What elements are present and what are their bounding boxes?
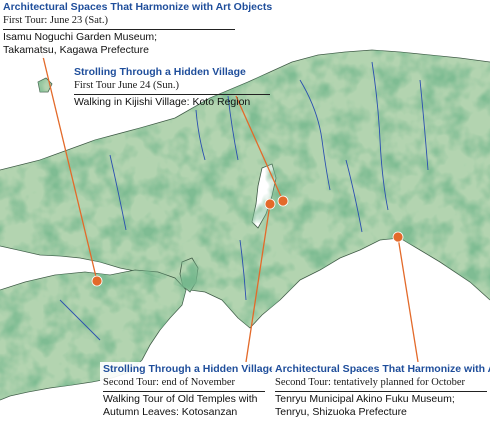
callout-title: Architectural Spaces That Harmonize with… (3, 1, 273, 13)
callout-divider (275, 391, 487, 392)
callout-subtitle: Second Tour: end of November (103, 377, 236, 388)
map-figure: Architectural Spaces That Harmonize with… (0, 0, 490, 433)
kotosanzan-marker (264, 198, 276, 210)
kijishi-marker (277, 195, 289, 207)
callout-subtitle: First Tour: June 23 (Sat.) (3, 15, 108, 26)
callout-divider (103, 391, 265, 392)
callout-subtitle: First Tour June 24 (Sun.) (74, 80, 179, 91)
callout-title: Strolling Through a Hidden Village (103, 363, 275, 375)
callout-subtitle: Second Tour: tentatively planned for Oct… (275, 377, 466, 388)
leader-line-akino (397, 236, 419, 363)
callout-title: Strolling Through a Hidden Village (74, 66, 246, 78)
callout-body: Tenryu Municipal Akino Fuku Museum; Tenr… (275, 393, 455, 418)
takamatsu-marker (91, 275, 103, 287)
callout-kotosanzan: Strolling Through a Hidden Village Secon… (100, 362, 275, 420)
callout-body: Walking in Kijishi Village: Koto Region (74, 96, 251, 108)
tenryu-marker (392, 231, 404, 243)
callout-title: Architectural Spaces That Harmonize with… (275, 363, 490, 375)
callout-kijishi: Strolling Through a Hidden Village First… (74, 66, 270, 109)
callout-body: Walking Tour of Old Temples with Autumn … (103, 393, 258, 418)
callout-divider (3, 29, 235, 30)
callout-body: Isamu Noguchi Garden Museum; Takamatsu, … (3, 31, 158, 56)
callout-divider (74, 94, 270, 95)
callout-akino: Architectural Spaces That Harmonize with… (272, 362, 490, 420)
callout-noguchi: Architectural Spaces That Harmonize with… (0, 0, 273, 58)
